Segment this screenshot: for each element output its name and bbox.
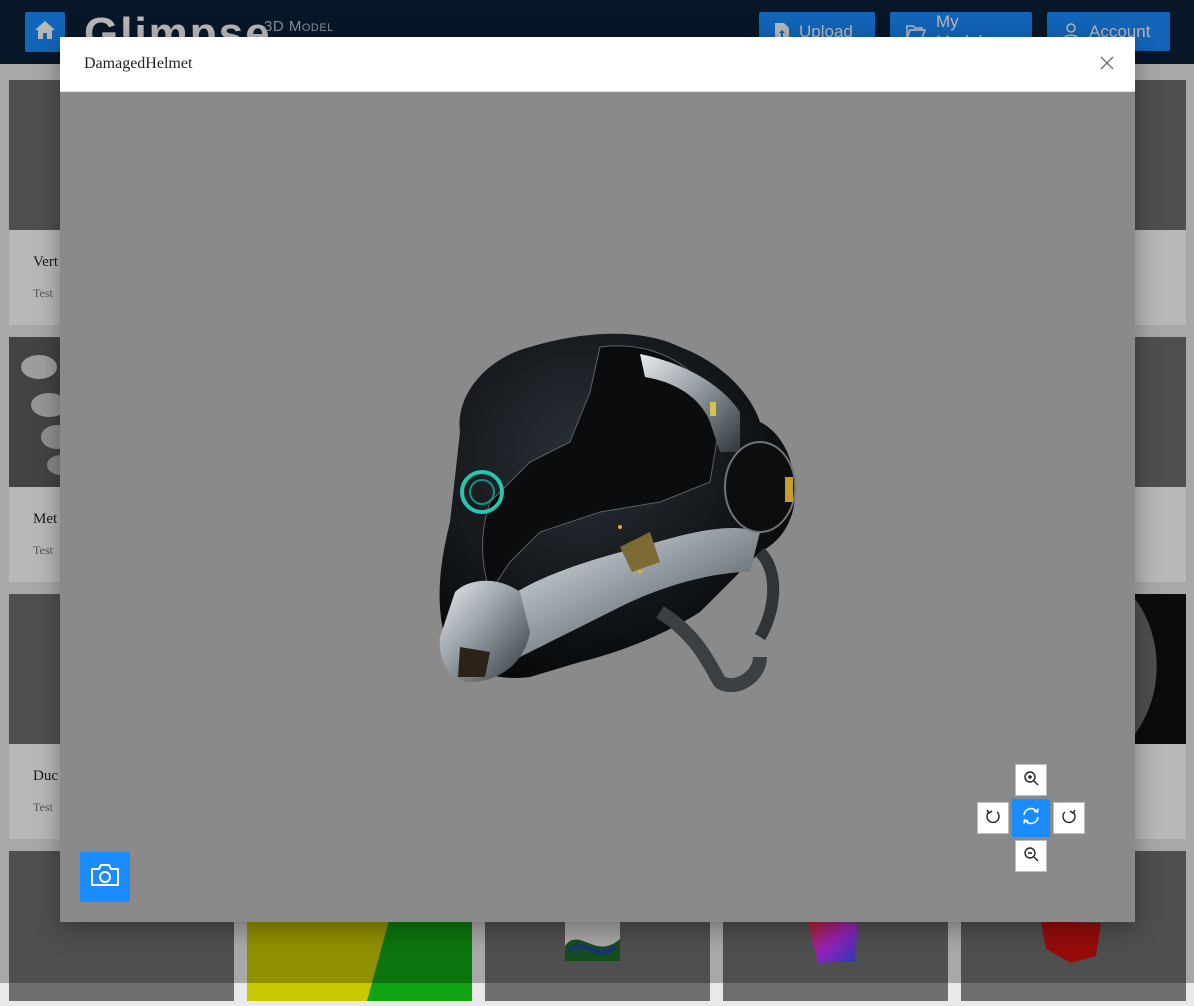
rotate-left-button[interactable] — [977, 802, 1009, 834]
zoom-out-icon — [1023, 846, 1039, 867]
modal-title: DamagedHelmet — [84, 55, 193, 72]
camera-icon — [90, 863, 120, 892]
auto-rotate-toggle[interactable] — [1012, 799, 1050, 837]
auto-rotate-icon — [1021, 806, 1041, 831]
close-icon — [1100, 55, 1114, 75]
3d-viewer-canvas[interactable] — [60, 92, 1135, 922]
zoom-in-button[interactable] — [1015, 764, 1047, 796]
close-button[interactable] — [1095, 53, 1119, 77]
zoom-in-icon — [1023, 770, 1039, 791]
screenshot-button[interactable] — [80, 852, 130, 902]
rotate-right-icon — [1061, 808, 1077, 829]
rotate-left-icon — [985, 808, 1001, 829]
zoom-out-button[interactable] — [1015, 840, 1047, 872]
rotate-right-button[interactable] — [1053, 802, 1085, 834]
helmet-model-render — [439, 333, 796, 693]
model-viewer-modal: DamagedHelmet — [60, 37, 1135, 922]
modal-header: DamagedHelmet — [60, 37, 1135, 92]
